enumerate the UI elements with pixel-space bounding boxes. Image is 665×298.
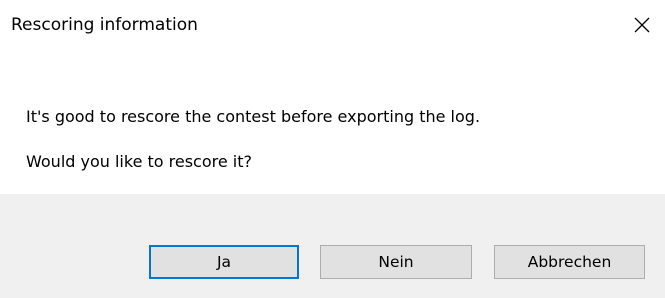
message-line-1: It's good to rescore the contest before …	[26, 107, 481, 126]
rescoring-dialog: Rescoring information It's good to resco…	[0, 0, 665, 298]
title-bar: Rescoring information	[0, 0, 665, 50]
close-button[interactable]	[619, 0, 665, 50]
dialog-title: Rescoring information	[11, 15, 198, 35]
button-bar: Ja Nein Abbrechen	[0, 194, 665, 298]
close-icon	[633, 16, 651, 34]
message-area: It's good to rescore the contest before …	[0, 50, 665, 194]
no-button[interactable]: Nein	[320, 245, 472, 279]
cancel-button[interactable]: Abbrechen	[494, 245, 645, 279]
yes-button[interactable]: Ja	[149, 245, 299, 279]
message-line-2: Would you like to rescore it?	[26, 152, 253, 171]
